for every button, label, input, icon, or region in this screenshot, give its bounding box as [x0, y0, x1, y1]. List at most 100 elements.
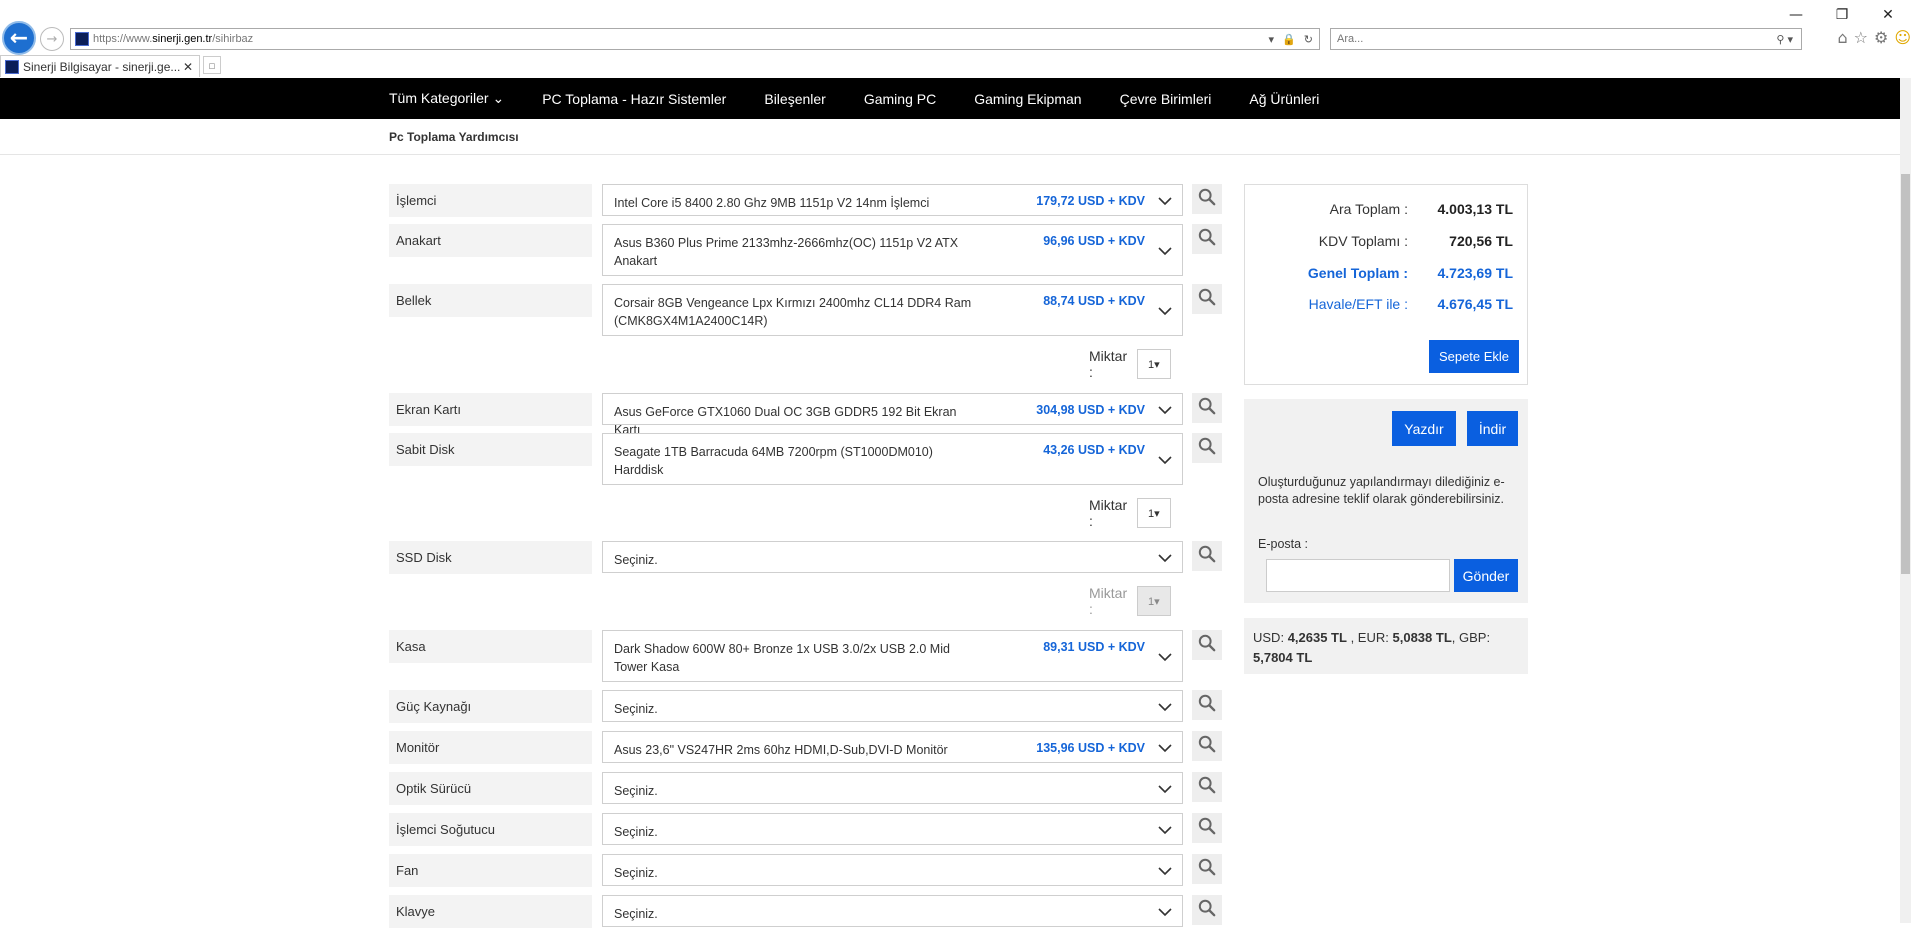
- component-search-button[interactable]: [1192, 854, 1222, 884]
- nav-item-gaming-gear[interactable]: Gaming Ekipman: [974, 91, 1081, 107]
- component-price: 135,96 USD + KDV: [1036, 741, 1145, 755]
- component-select[interactable]: Seçiniz.: [602, 813, 1183, 845]
- lock-icon[interactable]: 🔒: [1282, 33, 1296, 46]
- add-to-cart-button[interactable]: Sepete Ekle: [1429, 340, 1519, 373]
- chevron-down-icon[interactable]: [1158, 244, 1172, 258]
- nav-item-components[interactable]: Bileşenler: [764, 91, 825, 107]
- forward-button[interactable]: →: [40, 27, 64, 51]
- component-selected-value: Seagate 1TB Barracuda 64MB 7200rpm (ST10…: [614, 445, 933, 477]
- browser-toolbar: ⌂ ☆ ⚙ ☺: [1837, 28, 1911, 47]
- gbp-label: , GBP:: [1451, 630, 1491, 645]
- component-search-button[interactable]: [1192, 630, 1222, 660]
- component-select[interactable]: Seçiniz.: [602, 541, 1183, 573]
- scrollbar-thumb[interactable]: [1901, 174, 1910, 574]
- component-search-button[interactable]: [1192, 731, 1222, 761]
- browser-search-bar[interactable]: ⚲ ▾: [1330, 28, 1802, 50]
- new-tab-button[interactable]: ▫: [203, 56, 221, 74]
- component-selected-value: Asus 23,6" VS247HR 2ms 60hz HDMI,D-Sub,D…: [614, 743, 948, 757]
- component-search-button[interactable]: [1192, 284, 1222, 314]
- quantity-label: Miktar :: [1089, 585, 1128, 617]
- url-text[interactable]: https://www.sinerji.gen.tr/sihirbaz: [93, 33, 253, 45]
- component-search-button[interactable]: [1192, 813, 1222, 843]
- component-search-button[interactable]: [1192, 393, 1222, 423]
- component-search-button[interactable]: [1192, 224, 1222, 254]
- component-label: SSD Disk: [389, 541, 592, 574]
- page-scrollbar[interactable]: [1900, 78, 1911, 923]
- component-selected-value: Seçiniz.: [614, 825, 658, 839]
- component-selected-value: Seçiniz.: [614, 866, 658, 880]
- component-search-button[interactable]: [1192, 184, 1222, 214]
- component-select[interactable]: Dark Shadow 600W 80+ Bronze 1x USB 3.0/2…: [602, 630, 1183, 682]
- home-icon[interactable]: ⌂: [1837, 28, 1847, 47]
- nav-item-all-categories[interactable]: Tüm Kategoriler ⌄: [389, 90, 504, 107]
- favorites-star-icon[interactable]: ☆: [1854, 28, 1868, 47]
- restore-icon[interactable]: ❐: [1819, 4, 1865, 26]
- chevron-down-icon[interactable]: [1158, 453, 1172, 467]
- nav-item-pc-builds[interactable]: PC Toplama - Hazır Sistemler: [542, 91, 726, 107]
- back-button[interactable]: ←: [2, 21, 36, 55]
- component-select[interactable]: Corsair 8GB Vengeance Lpx Kırmızı 2400mh…: [602, 284, 1183, 336]
- magnifier-icon: [1198, 288, 1216, 310]
- breadcrumb: Pc Toplama Yardımcısı: [0, 119, 1900, 155]
- component-select[interactable]: Asus GeForce GTX1060 Dual OC 3GB GDDR5 1…: [602, 393, 1183, 437]
- address-bar[interactable]: https://www.sinerji.gen.tr/sihirbaz ▾ 🔒 …: [70, 28, 1320, 50]
- print-button[interactable]: Yazdır: [1392, 411, 1456, 446]
- chevron-down-icon[interactable]: [1158, 700, 1172, 714]
- chevron-down-icon[interactable]: [1158, 194, 1172, 208]
- chevron-down-icon[interactable]: [1158, 741, 1172, 755]
- nav-item-gaming-pc[interactable]: Gaming PC: [864, 91, 936, 107]
- chevron-down-icon[interactable]: [1158, 403, 1172, 417]
- component-search-button[interactable]: [1192, 690, 1222, 720]
- component-search-button[interactable]: [1192, 772, 1222, 802]
- component-selected-value: Corsair 8GB Vengeance Lpx Kırmızı 2400mh…: [614, 296, 972, 328]
- magnifier-icon: [1198, 545, 1216, 567]
- refresh-icon[interactable]: ↻: [1304, 33, 1313, 46]
- chevron-down-icon[interactable]: [1158, 782, 1172, 796]
- component-select[interactable]: Seçiniz.: [602, 895, 1183, 927]
- close-window-icon[interactable]: ✕: [1865, 4, 1911, 26]
- share-panel: Yazdır İndir Oluşturduğunuz yapılandırma…: [1244, 399, 1528, 603]
- arrow-left-icon: ←: [9, 25, 29, 51]
- magnifier-icon: [1198, 188, 1216, 210]
- grand-total-label: Genel Toplam :: [1307, 265, 1408, 281]
- tab-favicon-icon: [5, 59, 19, 74]
- quantity-dropdown[interactable]: 1▾: [1136, 498, 1172, 528]
- component-select[interactable]: Seçiniz.: [602, 690, 1183, 722]
- download-button[interactable]: İndir: [1467, 411, 1518, 446]
- nav-item-peripherals[interactable]: Çevre Birimleri: [1120, 91, 1212, 107]
- settings-gear-icon[interactable]: ⚙: [1874, 28, 1888, 47]
- chevron-down-icon[interactable]: [1158, 304, 1172, 318]
- component-select[interactable]: Seçiniz.: [602, 772, 1183, 804]
- nav-item-network[interactable]: Ağ Ürünleri: [1249, 91, 1319, 107]
- browser-tab[interactable]: Sinerji Bilgisayar - sinerji.ge... ✕: [0, 55, 200, 77]
- chevron-down-icon[interactable]: [1158, 551, 1172, 565]
- chevron-down-icon[interactable]: [1158, 823, 1172, 837]
- usd-rate: 4,2635 TL: [1287, 630, 1347, 645]
- minimize-icon[interactable]: —: [1773, 4, 1819, 26]
- email-field[interactable]: [1266, 559, 1450, 592]
- component-select[interactable]: Asus 23,6" VS247HR 2ms 60hz HDMI,D-Sub,D…: [602, 731, 1183, 763]
- vat-line: KDV Toplamı : 720,56 TL: [1253, 233, 1513, 249]
- component-search-button[interactable]: [1192, 895, 1222, 925]
- chevron-down-icon[interactable]: [1158, 650, 1172, 664]
- browser-search-input[interactable]: [1337, 33, 1777, 45]
- search-icon[interactable]: ⚲ ▾: [1776, 33, 1801, 46]
- dropdown-icon[interactable]: ▾: [1269, 33, 1275, 46]
- gbp-rate: 5,7804 TL: [1253, 650, 1313, 665]
- quantity-dropdown[interactable]: 1▾: [1136, 349, 1172, 379]
- tab-close-icon[interactable]: ✕: [183, 60, 199, 74]
- chevron-down-icon[interactable]: [1158, 905, 1172, 919]
- component-label: İşlemci Soğutucu: [389, 813, 592, 846]
- component-selected-value: Dark Shadow 600W 80+ Bronze 1x USB 3.0/2…: [614, 642, 950, 674]
- chevron-down-icon[interactable]: [1158, 864, 1172, 878]
- component-select[interactable]: Seagate 1TB Barracuda 64MB 7200rpm (ST10…: [602, 433, 1183, 485]
- smiley-icon[interactable]: ☺: [1894, 28, 1911, 47]
- component-label: Güç Kaynağı: [389, 690, 592, 723]
- component-search-button[interactable]: [1192, 541, 1222, 571]
- component-selected-value: Seçiniz.: [614, 907, 658, 921]
- send-button[interactable]: Gönder: [1454, 559, 1518, 592]
- component-select[interactable]: Asus B360 Plus Prime 2133mhz-2666mhz(OC)…: [602, 224, 1183, 276]
- component-search-button[interactable]: [1192, 433, 1222, 463]
- component-select[interactable]: Seçiniz.: [602, 854, 1183, 886]
- component-select[interactable]: Intel Core i5 8400 2.80 Ghz 9MB 1151p V2…: [602, 184, 1183, 216]
